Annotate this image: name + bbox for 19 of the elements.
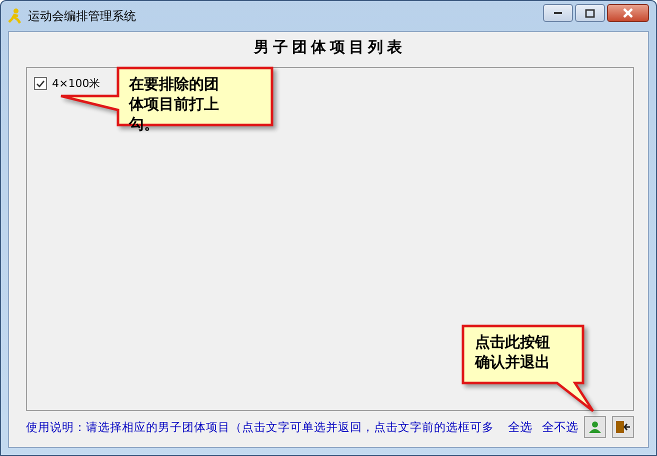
exit-button[interactable] xyxy=(612,416,634,438)
maximize-button[interactable] xyxy=(575,4,605,22)
item-label[interactable]: 4×100米 xyxy=(52,76,100,91)
instructions-text: 使用说明：请选择相应的男子团体项目（点击文字可单选并返回，点击文字前的选框可多 xyxy=(26,420,495,434)
select-link[interactable]: 全选 xyxy=(508,418,532,436)
maximize-icon xyxy=(585,8,595,18)
door-arrow-icon xyxy=(615,420,631,434)
person-icon xyxy=(588,420,602,434)
close-button[interactable] xyxy=(607,4,649,22)
window-title: 运动会编排管理系统 xyxy=(28,8,136,24)
checkbox[interactable] xyxy=(34,77,47,90)
close-icon xyxy=(622,8,634,18)
callout-text: 点击此按钮确认并退出 xyxy=(475,332,551,372)
confirm-button[interactable] xyxy=(584,416,606,438)
select-link[interactable]: 全不选 xyxy=(542,418,578,436)
minimize-icon xyxy=(553,11,563,15)
list-heading: 男子团体项目列表 xyxy=(252,38,407,57)
minimize-button[interactable] xyxy=(543,4,573,22)
runner-icon xyxy=(8,8,22,24)
